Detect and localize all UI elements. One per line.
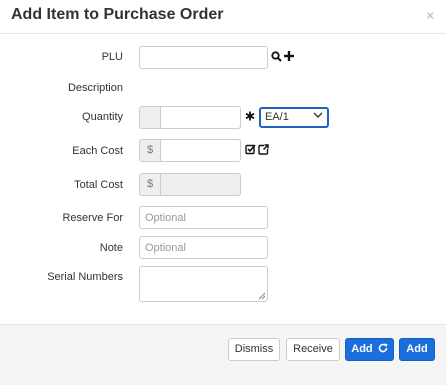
add-and-repeat-label: Add [351, 343, 373, 355]
asterisk-icon [245, 111, 255, 121]
modal-title: Add Item to Purchase Order [11, 6, 224, 23]
receive-button[interactable]: Receive [286, 338, 340, 361]
each-cost-currency: $ [139, 139, 161, 162]
description-label: Description [67, 82, 123, 94]
quantity-label: Quantity [82, 111, 123, 123]
unit-select[interactable]: EA/1 [259, 107, 329, 128]
serial-numbers-label: Serial Numbers [47, 271, 123, 283]
add-button[interactable]: Add [399, 338, 435, 361]
reserve-for-label: Reserve For [62, 212, 123, 224]
note-input[interactable] [139, 236, 268, 259]
resize-handle-icon[interactable] [258, 292, 266, 300]
close-icon[interactable]: × [426, 8, 434, 23]
add-and-repeat-button[interactable]: Add [345, 338, 394, 361]
unit-select-value: EA/1 [265, 111, 289, 123]
total-cost-label: Total Cost [74, 179, 123, 191]
each-cost-label: Each Cost [72, 145, 123, 157]
add-item-modal: Add Item to Purchase Order × PLU Descrip… [0, 0, 446, 385]
checkbox-edit-icon[interactable] [245, 144, 256, 155]
total-cost-currency: $ [139, 173, 161, 196]
note-label: Note [99, 242, 123, 254]
plus-icon[interactable] [284, 51, 294, 61]
quantity-input[interactable] [160, 106, 241, 129]
modal-header: Add Item to Purchase Order × [0, 0, 446, 34]
external-link-icon[interactable] [258, 144, 269, 155]
chevron-down-icon [313, 112, 323, 118]
each-cost-input[interactable] [160, 139, 241, 162]
quantity-addon [139, 106, 161, 129]
plu-label: PLU [101, 51, 123, 63]
reserve-for-input[interactable] [139, 206, 268, 229]
serial-numbers-textarea[interactable] [139, 266, 268, 302]
plu-input[interactable] [139, 46, 268, 69]
search-icon[interactable] [271, 51, 282, 62]
refresh-icon [378, 343, 388, 353]
dismiss-button[interactable]: Dismiss [228, 338, 280, 361]
total-cost-field [160, 173, 241, 196]
